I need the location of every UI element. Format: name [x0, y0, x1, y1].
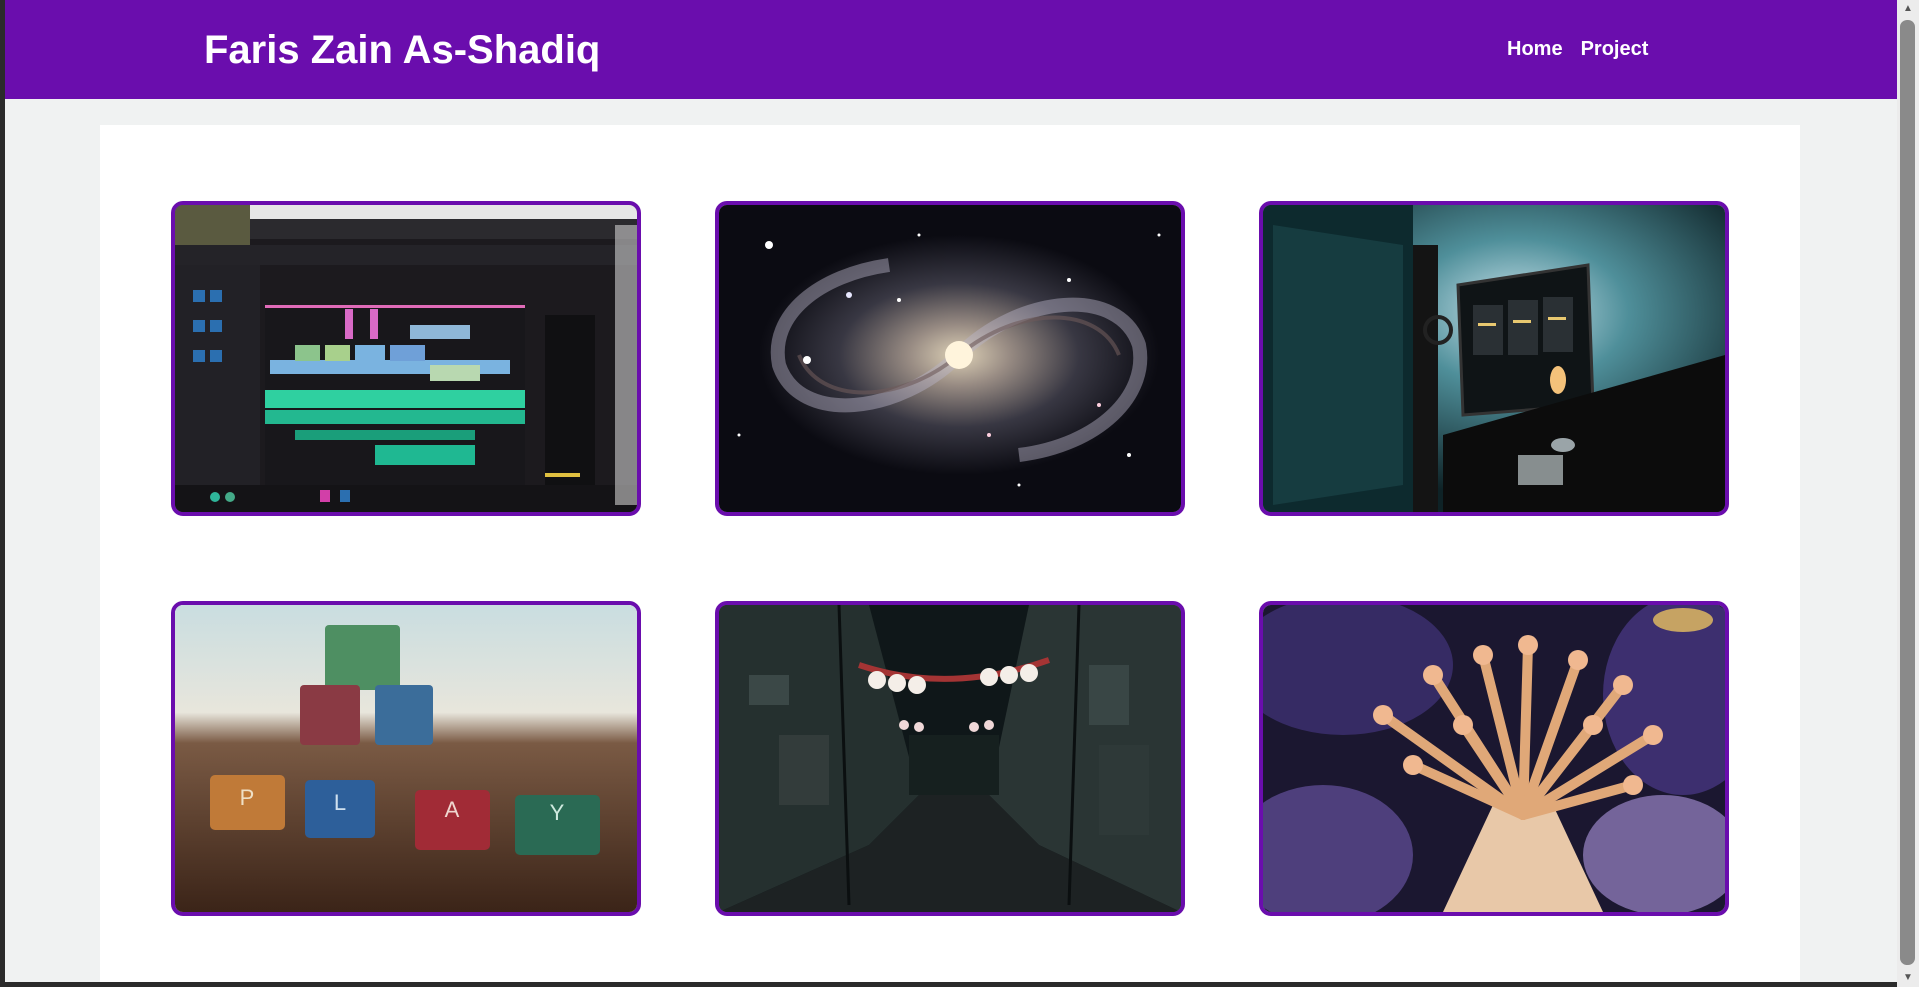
video-editing-image	[175, 205, 637, 512]
site-header: Faris Zain As-Shadiq Home Project	[5, 0, 1897, 99]
main-nav: Home Project	[1507, 37, 1648, 61]
gallery-panel: P L A Y	[100, 125, 1800, 982]
block-letter-p: P	[240, 785, 255, 810]
nav-home-link[interactable]: Home	[1507, 37, 1563, 61]
alley-image	[719, 605, 1181, 912]
block-letter-a: A	[445, 797, 460, 822]
gallery-card-alley[interactable]	[715, 601, 1185, 916]
gallery-card-anemone[interactable]	[1259, 601, 1729, 916]
gallery-card-desk-setup[interactable]	[1259, 201, 1729, 516]
scroll-up-arrow-icon[interactable]: ▲	[1897, 0, 1919, 18]
page-viewport: Faris Zain As-Shadiq Home Project P L A …	[5, 0, 1897, 982]
gallery-card-video-editing[interactable]	[171, 201, 641, 516]
gallery-card-play-blocks[interactable]: P L A Y	[171, 601, 641, 916]
block-letter-l: L	[334, 790, 346, 815]
nav-project-link[interactable]: Project	[1581, 37, 1649, 61]
gallery-card-galaxy[interactable]	[715, 201, 1185, 516]
scrollbar-thumb[interactable]	[1900, 20, 1915, 965]
site-title[interactable]: Faris Zain As-Shadiq	[204, 27, 600, 73]
play-blocks-image: P L A Y	[175, 605, 637, 912]
vertical-scrollbar[interactable]: ▲ ▼	[1897, 0, 1919, 987]
anemone-image	[1263, 605, 1725, 912]
galaxy-image	[719, 205, 1181, 512]
block-letter-y: Y	[550, 800, 565, 825]
desk-setup-image	[1263, 205, 1725, 512]
scroll-down-arrow-icon[interactable]: ▼	[1897, 969, 1919, 987]
